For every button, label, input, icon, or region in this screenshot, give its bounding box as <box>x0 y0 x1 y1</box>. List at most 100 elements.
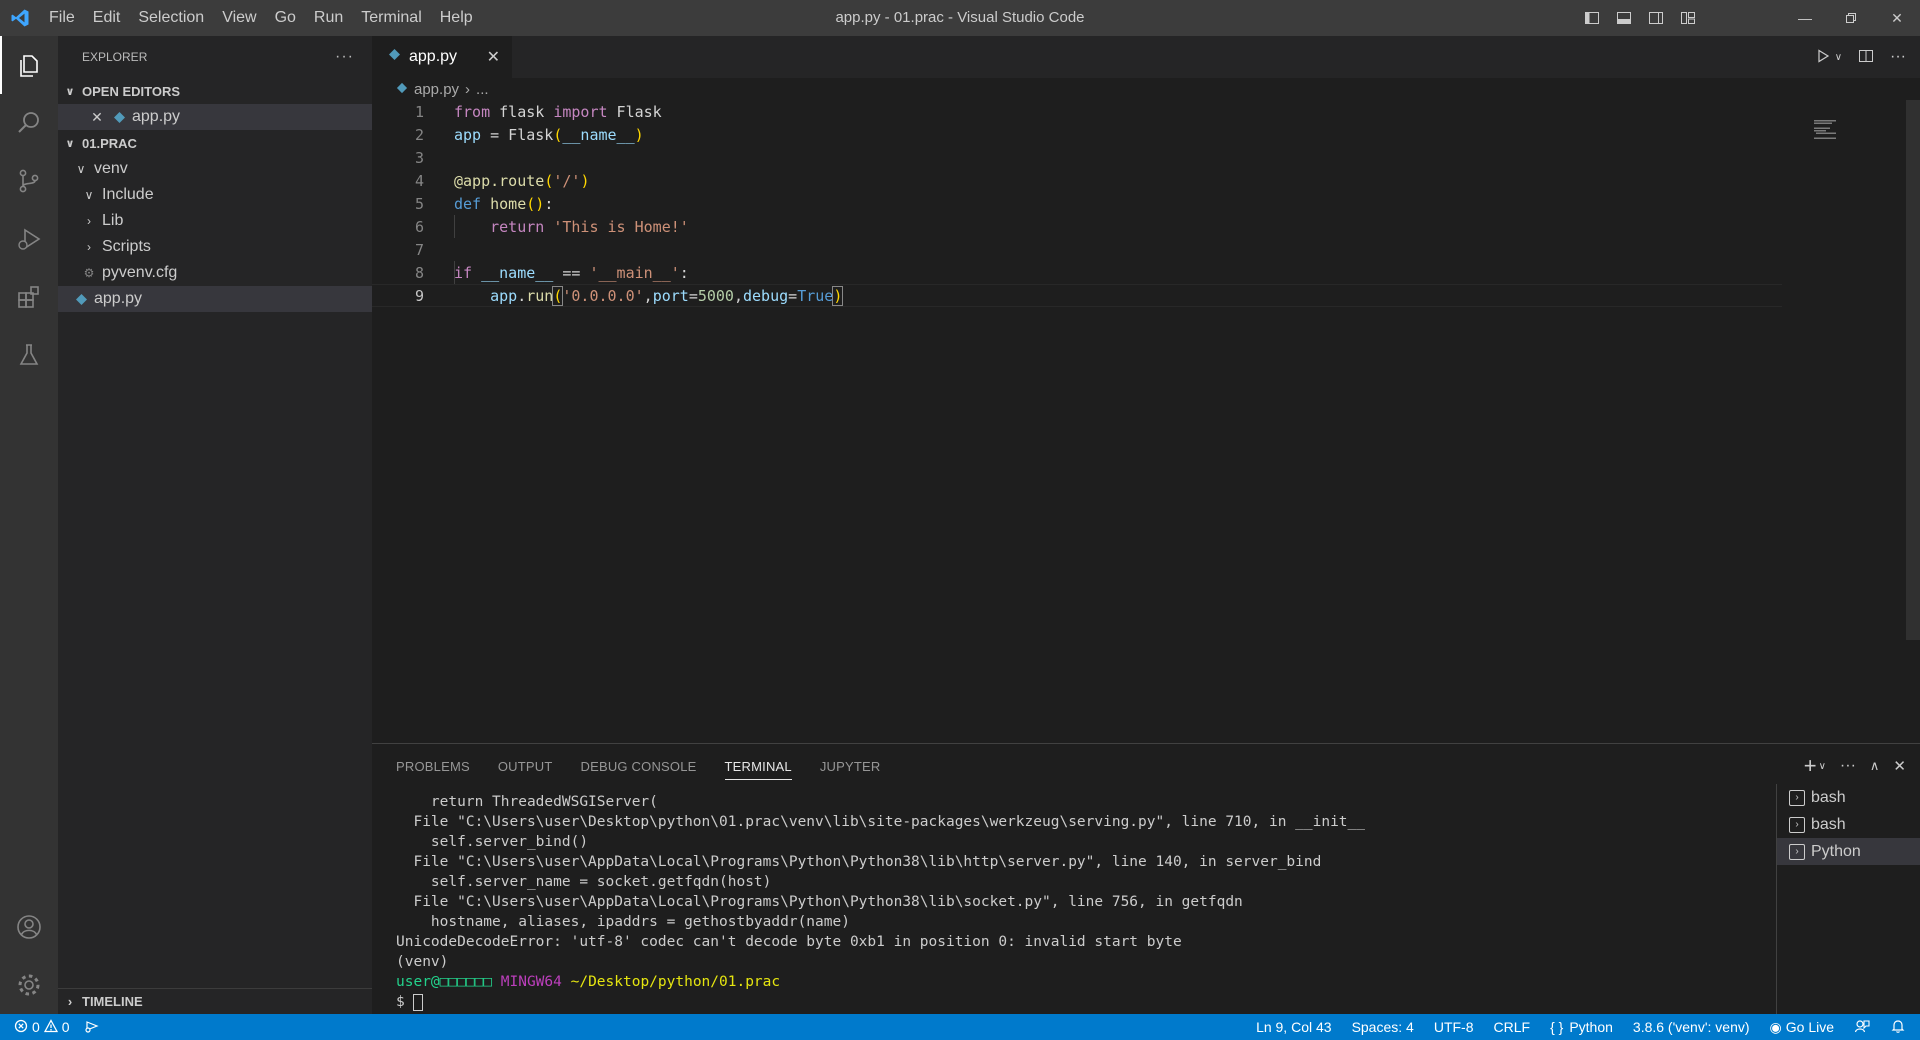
split-editor-icon[interactable] <box>1858 48 1874 67</box>
toggle-secondary-sidebar-icon[interactable] <box>1644 6 1668 30</box>
tab-problems[interactable]: PROBLEMS <box>396 744 484 788</box>
scrollbar-thumb[interactable] <box>1906 100 1920 640</box>
customize-layout-icon[interactable] <box>1676 6 1700 30</box>
terminal-input-line[interactable]: $ <box>396 992 1726 1012</box>
menu-selection[interactable]: Selection <box>129 0 213 36</box>
tree-item-label: Scripts <box>102 238 151 255</box>
menu-help[interactable]: Help <box>431 0 482 36</box>
code-text: from flask import Flask <box>454 102 662 121</box>
tab-debug-console[interactable]: DEBUG CONSOLE <box>567 744 711 788</box>
breadcrumb-symbols[interactable]: ... <box>476 81 489 98</box>
terminal-output[interactable]: return ThreadedWSGIServer( File "C:\User… <box>396 792 1726 1012</box>
close-tab-icon[interactable]: ✕ <box>487 47 500 67</box>
more-actions-icon[interactable]: ··· <box>335 48 354 66</box>
menu-view[interactable]: View <box>213 0 265 36</box>
breadcrumb-file[interactable]: app.py <box>414 81 459 98</box>
code-line: 7 <box>372 238 1900 261</box>
close-editor-icon[interactable]: ✕ <box>88 109 106 126</box>
minimize-icon[interactable]: — <box>1782 0 1828 36</box>
tab-output[interactable]: OUTPUT <box>484 744 567 788</box>
code-text: app.run('0.0.0.0',port=5000,debug=True) <box>490 285 844 306</box>
end-of-line[interactable]: CRLF <box>1494 1019 1531 1035</box>
extensions-icon[interactable] <box>0 268 58 326</box>
code-text: if __name__ == '__main__': <box>454 263 689 282</box>
run-debug-icon[interactable] <box>0 210 58 268</box>
terminal-instance-label: bash <box>1811 788 1846 806</box>
tree-item-label: pyvenv.cfg <box>102 264 178 281</box>
terminal-instance[interactable]: › Python <box>1777 838 1920 865</box>
prompt-user: user@□□□□□□ <box>396 974 493 990</box>
code-line: 5 def home(): <box>372 192 1900 215</box>
indent-guide <box>454 215 455 238</box>
feedback-icon[interactable] <box>1854 1018 1870 1037</box>
code-text: return 'This is Home!' <box>490 217 689 236</box>
code-line: 1 from flask import Flask <box>372 100 1900 123</box>
testing-flask-icon[interactable] <box>0 326 58 384</box>
tree-item-pyvenv[interactable]: ⚙ pyvenv.cfg <box>58 260 372 286</box>
code-text: def home(): <box>454 194 554 213</box>
run-dropdown-chevron-icon[interactable]: ∨ <box>1835 52 1842 63</box>
editor-scrollbar[interactable] <box>1906 100 1920 743</box>
terminal-instance[interactable]: › bash <box>1777 811 1920 838</box>
tree-item-venv[interactable]: ∨ venv <box>58 156 372 182</box>
tab-terminal[interactable]: TERMINAL <box>711 744 806 788</box>
line-number: 4 <box>414 171 424 190</box>
more-actions-icon[interactable]: ··· <box>1890 48 1906 66</box>
menu-terminal[interactable]: Terminal <box>352 0 430 36</box>
open-editors-label: OPEN EDITORS <box>82 83 181 99</box>
terminal-instance[interactable]: › bash <box>1777 784 1920 811</box>
notifications-bell-icon[interactable] <box>1890 1018 1906 1037</box>
tree-item-lib[interactable]: › Lib <box>58 208 372 234</box>
terminal-line: File "C:\Users\user\AppData\Local\Progra… <box>396 854 1322 870</box>
close-window-icon[interactable]: ✕ <box>1874 0 1920 36</box>
terminal-dropdown-chevron-icon[interactable]: ∨ <box>1819 761 1826 772</box>
indentation[interactable]: Spaces: 4 <box>1352 1019 1414 1035</box>
tree-item-scripts[interactable]: › Scripts <box>58 234 372 260</box>
more-actions-icon[interactable]: ··· <box>1840 757 1856 775</box>
prompt-path: ~/Desktop/python/01.prac <box>570 974 781 990</box>
open-editor-item[interactable]: ✕ app.py <box>58 104 372 130</box>
open-editors-section[interactable]: ∨ OPEN EDITORS <box>58 78 372 104</box>
toggle-panel-icon[interactable] <box>1612 6 1636 30</box>
toggle-primary-sidebar-icon[interactable] <box>1580 6 1604 30</box>
timeline-section[interactable]: › TIMELINE <box>58 988 372 1014</box>
terminal-line: (venv) <box>396 954 449 970</box>
explorer-icon[interactable] <box>0 36 58 94</box>
cursor-position[interactable]: Ln 9, Col 43 <box>1256 1019 1332 1035</box>
close-panel-icon[interactable]: ✕ <box>1893 757 1906 775</box>
menu-edit[interactable]: Edit <box>84 0 130 36</box>
maximize-panel-chevron-up-icon[interactable]: ∧ <box>1870 758 1880 774</box>
restore-icon[interactable] <box>1828 0 1874 36</box>
menu-file[interactable]: File <box>40 0 84 36</box>
chevron-down-icon: ∨ <box>84 188 94 202</box>
manage-gear-icon[interactable] <box>0 956 58 1014</box>
language-mode[interactable]: { } Python <box>1550 1019 1613 1035</box>
line-number: 1 <box>414 102 424 121</box>
python-interpreter[interactable]: 3.8.6 ('venv': venv) <box>1633 1019 1750 1035</box>
problems-status[interactable]: 0 0 <box>14 1018 70 1036</box>
editor-area: app.py ✕ ∨ ··· app.py › ... 1 from flask … <box>372 36 1920 743</box>
encoding[interactable]: UTF-8 <box>1434 1019 1474 1035</box>
terminal-line: File "C:\Users\user\Desktop\python\01.pr… <box>396 814 1366 830</box>
live-share-icon[interactable] <box>84 1018 100 1037</box>
folder-section[interactable]: ∨ 01.PRAC <box>58 130 372 156</box>
go-live-button[interactable]: ◉ Go Live <box>1770 1019 1834 1036</box>
code-editor[interactable]: 1 from flask import Flask 2 app = Flask(__… <box>372 100 1900 307</box>
accounts-icon[interactable] <box>0 898 58 956</box>
tree-item-app-py[interactable]: app.py <box>58 286 372 312</box>
menu-run[interactable]: Run <box>305 0 352 36</box>
source-control-icon[interactable] <box>0 152 58 210</box>
new-terminal-plus-icon[interactable]: + <box>1804 753 1817 779</box>
tree-item-label: app.py <box>94 290 143 307</box>
minimap[interactable] <box>1814 120 1860 140</box>
search-icon[interactable] <box>0 94 58 152</box>
terminal-line: hostname, aliases, ipaddrs = gethostbyad… <box>396 914 850 930</box>
code-line: 8 if __name__ == '__main__': <box>372 261 1900 284</box>
tab-app-py[interactable]: app.py ✕ <box>372 36 512 78</box>
menu-go[interactable]: Go <box>266 0 305 36</box>
tree-item-include[interactable]: ∨ Include <box>58 182 372 208</box>
prompt-symbol: $ <box>396 994 405 1010</box>
run-python-file-icon[interactable] <box>1815 48 1831 67</box>
line-number: 2 <box>414 125 424 144</box>
tab-jupyter[interactable]: JUPYTER <box>806 744 895 788</box>
